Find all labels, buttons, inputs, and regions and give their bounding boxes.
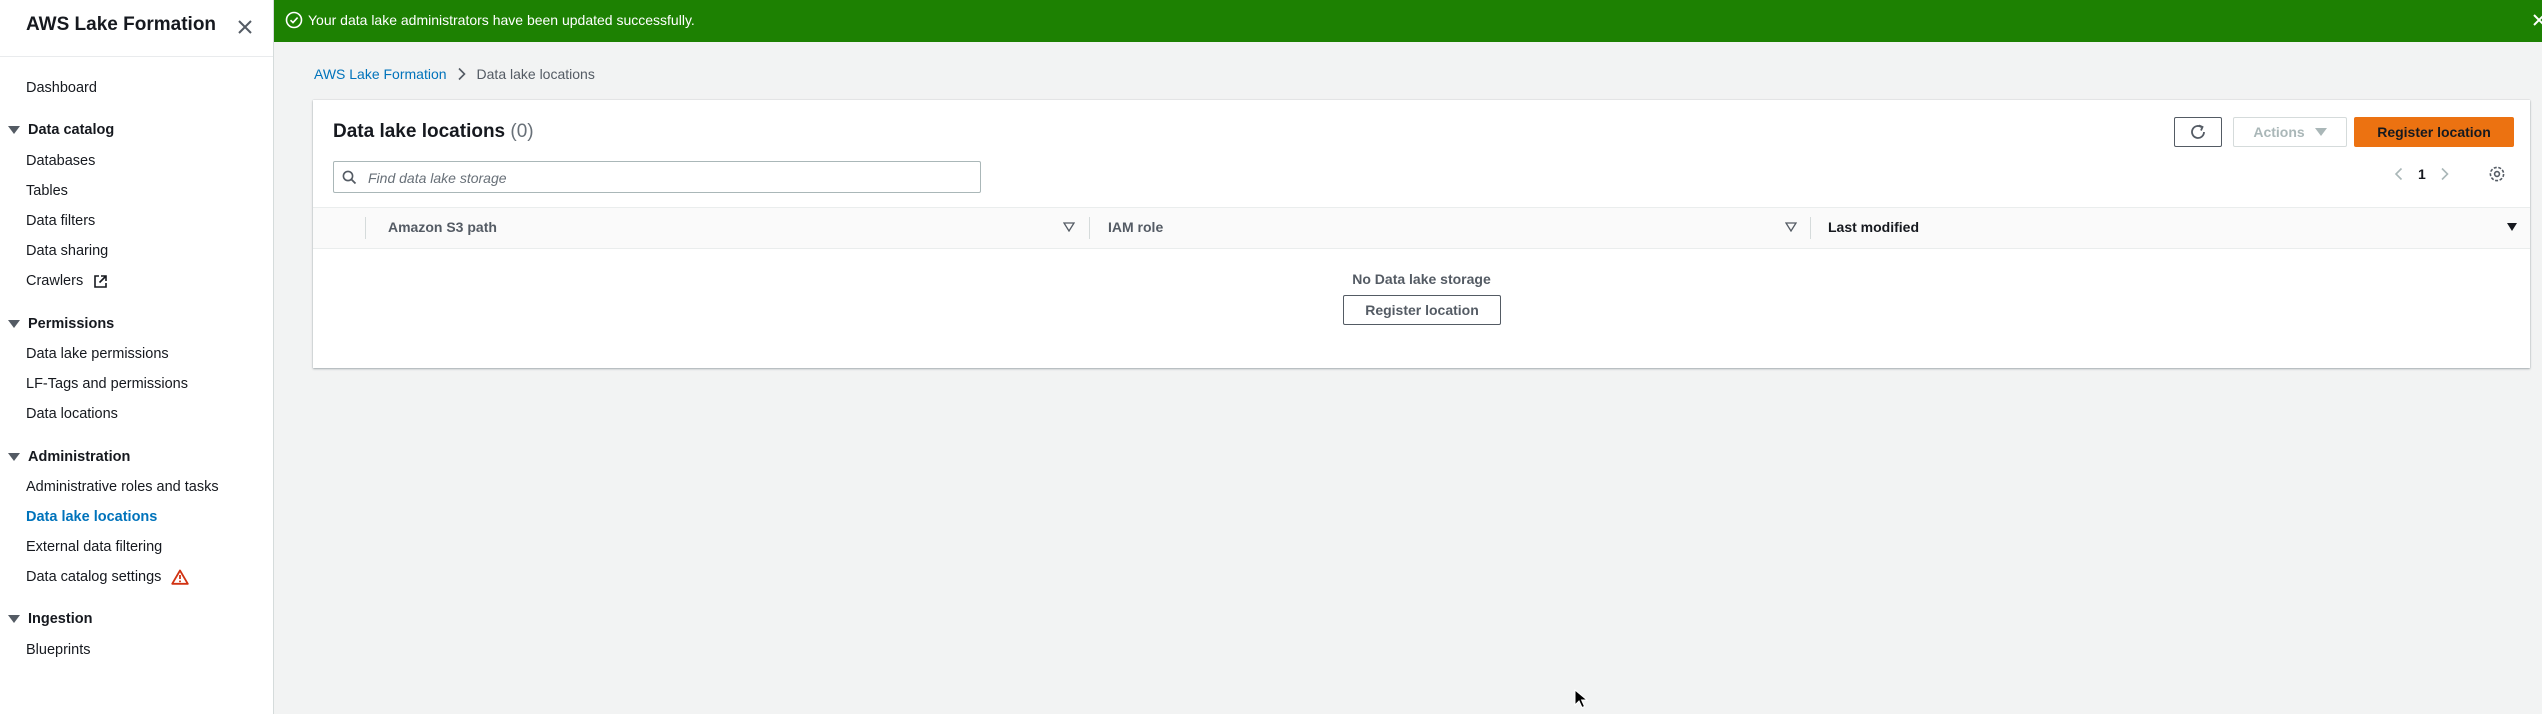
nav-section-label: Ingestion [28, 611, 93, 627]
nav-section-label: Administration [28, 449, 131, 465]
nav-divider [0, 56, 273, 57]
nav-data-lake-locations[interactable]: Data lake locations [26, 509, 157, 525]
column-divider [1810, 217, 1811, 239]
nav-section-ingestion[interactable]: Ingestion [8, 611, 92, 627]
search-icon [342, 170, 357, 185]
nav-dashboard[interactable]: Dashboard [26, 80, 97, 96]
sort-descending-icon[interactable] [2506, 222, 2518, 232]
pagination: 1 [2394, 166, 2450, 182]
nav-data-locations[interactable]: Data locations [26, 406, 118, 422]
current-page-number[interactable]: 1 [2418, 166, 2426, 182]
flash-message: Your data lake administrators have been … [308, 12, 695, 28]
gear-icon [2489, 166, 2505, 182]
nav-data-sharing[interactable]: Data sharing [26, 243, 108, 259]
chevron-right-icon [2441, 167, 2449, 181]
caret-down-icon [8, 453, 20, 461]
chevron-left-icon [2394, 167, 2403, 181]
nav-external-filtering[interactable]: External data filtering [26, 539, 162, 555]
sort-icon[interactable] [1785, 222, 1797, 232]
nav-blueprints[interactable]: Blueprints [26, 642, 90, 658]
warning-icon [171, 569, 190, 585]
register-location-button[interactable]: Register location [2354, 117, 2514, 147]
actions-label: Actions [2253, 124, 2305, 140]
nav-databases[interactable]: Databases [26, 153, 95, 169]
close-navigation-button[interactable] [234, 16, 256, 38]
nav-admin-roles[interactable]: Administrative roles and tasks [26, 479, 219, 495]
column-header-last-modified[interactable]: Last modified [1828, 219, 1919, 235]
chevron-right-icon [457, 67, 466, 81]
nav-section-label: Data catalog [28, 122, 115, 138]
search-field[interactable] [333, 161, 981, 193]
empty-state-text: No Data lake storage [1352, 271, 1491, 287]
caret-down-icon [8, 320, 20, 328]
nav-crawlers-label: Crawlers [26, 273, 84, 289]
mouse-pointer-icon [1574, 689, 1588, 709]
nav-data-lake-permissions[interactable]: Data lake permissions [26, 346, 169, 362]
next-page-button[interactable] [2440, 167, 2450, 181]
nav-section-label: Permissions [28, 316, 115, 332]
caret-down-icon [8, 126, 20, 134]
column-header-s3-path[interactable]: Amazon S3 path [388, 219, 497, 235]
table-title: Data lake locations [333, 121, 506, 142]
success-check-icon [285, 11, 303, 29]
nav-tables[interactable]: Tables [26, 183, 68, 199]
table-heading: Data lake locations (0) [333, 121, 534, 143]
app-title[interactable]: AWS Lake Formation [26, 14, 216, 36]
column-divider [365, 217, 366, 239]
nav-section-administration[interactable]: Administration [8, 449, 130, 465]
breadcrumb-root-link[interactable]: AWS Lake Formation [314, 66, 447, 82]
table-header-row: Amazon S3 path IAM role Last modified [313, 207, 2530, 249]
column-divider [1089, 217, 1090, 239]
nav-catalog-settings[interactable]: Data catalog settings [26, 569, 190, 585]
sort-icon[interactable] [1063, 222, 1075, 232]
refresh-button[interactable] [2174, 117, 2222, 147]
close-icon [238, 20, 252, 34]
data-lake-locations-table: Data lake locations (0) Actions Register… [313, 100, 2530, 368]
search-input[interactable] [366, 166, 970, 190]
side-navigation: AWS Lake Formation Dashboard Data catalo… [0, 0, 274, 714]
dismiss-icon[interactable] [2532, 10, 2542, 30]
nav-crawlers[interactable]: Crawlers [26, 273, 108, 289]
nav-lf-tags[interactable]: LF-Tags and permissions [26, 376, 188, 392]
caret-down-icon [2314, 128, 2327, 136]
caret-down-icon [8, 615, 20, 623]
table-preferences-button[interactable] [2488, 165, 2506, 188]
nav-data-filters[interactable]: Data filters [26, 213, 95, 229]
nav-catalog-settings-label: Data catalog settings [26, 569, 162, 585]
previous-page-button[interactable] [2394, 167, 2404, 181]
nav-section-data-catalog[interactable]: Data catalog [8, 122, 114, 138]
success-flash-banner: Your data lake administrators have been … [274, 0, 2542, 42]
column-header-iam-role[interactable]: IAM role [1108, 219, 1163, 235]
refresh-icon [2191, 124, 2205, 139]
breadcrumb-current: Data lake locations [476, 66, 595, 82]
table-count: (0) [510, 121, 534, 142]
actions-dropdown-button[interactable]: Actions [2233, 117, 2347, 147]
nav-section-permissions[interactable]: Permissions [8, 316, 114, 332]
empty-register-location-button[interactable]: Register location [1343, 295, 1501, 325]
breadcrumb: AWS Lake Formation Data lake locations [314, 66, 595, 82]
external-link-icon [94, 274, 108, 288]
